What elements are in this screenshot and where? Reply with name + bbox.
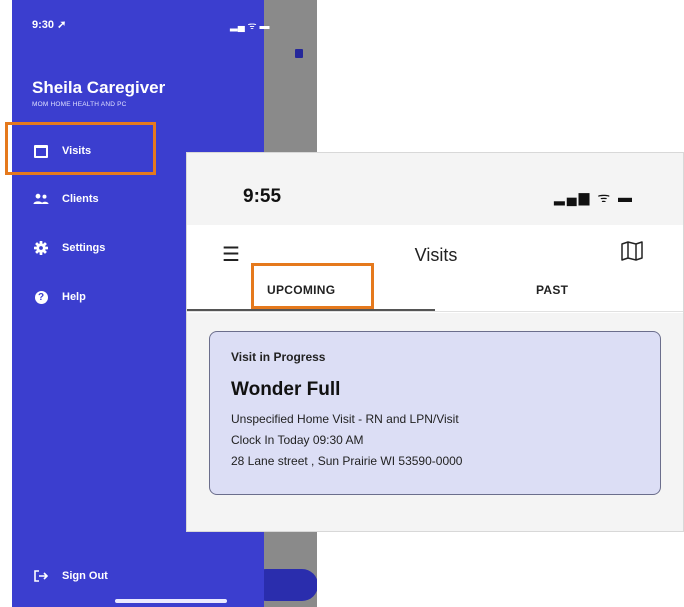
visit-card[interactable]: Visit in Progress Wonder Full Unspecifie…	[209, 331, 661, 495]
tab-selected-indicator	[187, 309, 435, 311]
sign-out-button[interactable]: Sign Out	[32, 564, 108, 588]
gear-icon	[32, 241, 50, 255]
nav-item-clients[interactable]: Clients	[32, 187, 99, 211]
status-time: 9:55	[243, 186, 282, 207]
map-icon[interactable]	[621, 241, 643, 266]
visits-highlight-box	[5, 122, 156, 175]
visit-service: Unspecified Home Visit - RN and LPN/Visi…	[231, 412, 459, 426]
nav-item-help[interactable]: ? Help	[32, 285, 86, 309]
nav-item-label: Settings	[62, 242, 106, 254]
nav-item-label: Clients	[62, 193, 99, 205]
nav-item-settings[interactable]: Settings	[32, 236, 105, 260]
visit-clock-in: Clock In Today 09:30 AM	[231, 433, 364, 447]
sign-out-label: Sign Out	[62, 570, 108, 582]
background-app-element	[295, 49, 303, 58]
drawer-status-icons: ▂▄ ᯤ ▬	[230, 21, 270, 32]
tab-divider	[187, 311, 683, 312]
tab-past[interactable]: PAST	[536, 283, 568, 297]
home-indicator	[115, 599, 227, 603]
organization-name: MOM HOME HEALTH AND PC	[32, 101, 127, 108]
sign-out-icon	[32, 570, 50, 582]
upcoming-highlight-box	[251, 263, 374, 309]
visit-status: Visit in Progress	[231, 350, 326, 364]
user-name: Sheila Caregiver	[32, 78, 166, 97]
help-icon: ?	[32, 290, 50, 304]
nav-item-label: Help	[62, 291, 86, 303]
visits-phone-screen: 9:55 ▂▄▆ ᯤ ▬ ☰ Visits UPCOMING PAST Visi…	[186, 152, 684, 532]
client-name: Wonder Full	[231, 379, 341, 400]
people-icon	[32, 193, 50, 205]
visit-address: 28 Lane street , Sun Prairie WI 53590-00…	[231, 454, 463, 468]
drawer-status-time: 9:30 ➚	[32, 19, 67, 31]
status-icons: ▂▄▆ ᯤ ▬	[554, 189, 635, 205]
